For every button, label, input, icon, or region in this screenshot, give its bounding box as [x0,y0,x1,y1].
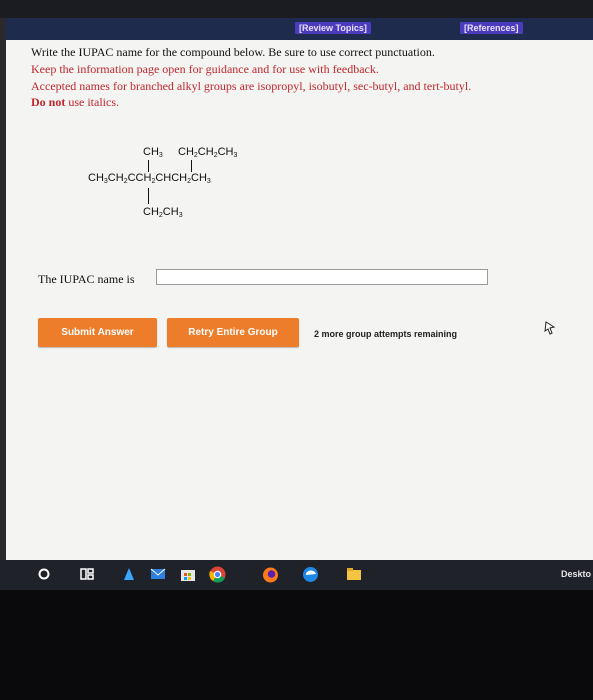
edge-icon[interactable] [302,566,319,583]
instruction-line-3: Accepted names for branched alkyl groups… [31,79,472,93]
substituent-top-right: CH2CH2CH3 [178,146,238,159]
content-area: [Review Topics] [References] Write the I… [0,18,593,560]
task-view-icon[interactable] [80,568,94,580]
instruction-bold: Do not [31,95,66,109]
left-edge [0,18,6,560]
instruction-rest: use italics. [65,95,119,109]
search-circle-icon[interactable] [38,568,50,580]
retry-group-button[interactable]: Retry Entire Group [167,318,299,347]
iupac-label: The IUPAC name is [38,272,135,286]
header-bar: [Review Topics] [References] [6,18,593,40]
top-strip [0,0,593,18]
mail-icon[interactable] [150,566,166,582]
instruction-line-1: Write the IUPAC name for the compound be… [31,45,435,59]
below-screen [0,590,593,700]
structural-formula: CH3 CH2CH2CH3 CH3CH2CCH2CHCH2CH3 CH2CH3 [88,146,288,256]
bond-top-left [148,160,149,172]
bond-top-right [191,160,192,172]
bond-bottom [148,188,149,204]
file-explorer-icon[interactable] [346,566,362,582]
substituent-bottom: CH2CH3 [143,206,183,219]
references-link[interactable]: [References] [460,22,523,34]
desktop-label[interactable]: Deskto [561,569,591,579]
instruction-line-2: Keep the information page open for guida… [31,62,379,76]
firefox-icon[interactable] [262,566,279,583]
taskbar: Deskto [0,560,593,590]
chrome-icon[interactable] [209,566,226,583]
substituent-top-left: CH3 [143,146,163,159]
store-icon[interactable] [180,566,196,582]
app-blue-icon[interactable] [122,566,136,582]
iupac-name-input[interactable] [156,269,488,285]
submit-answer-button[interactable]: Submit Answer [38,318,157,347]
mouse-cursor-icon [544,321,556,335]
main-chain: CH3CH2CCH2CHCH2CH3 [88,172,211,185]
instruction-line-4: Do not use italics. [31,95,119,110]
review-topics-link[interactable]: [Review Topics] [295,22,371,34]
attempts-remaining: 2 more group attempts remaining [314,329,458,339]
